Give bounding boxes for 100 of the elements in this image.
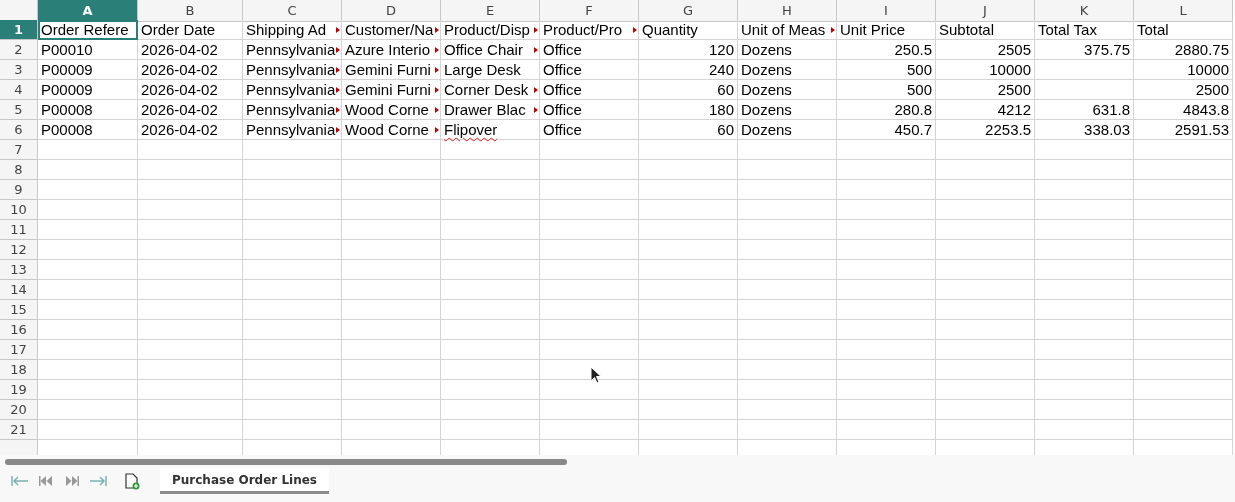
- empty-cell[interactable]: [342, 380, 441, 400]
- row-header[interactable]: 9: [0, 180, 38, 200]
- empty-cell[interactable]: [243, 220, 342, 240]
- table-cell[interactable]: Total: [1134, 20, 1233, 40]
- empty-cell[interactable]: [1134, 260, 1233, 280]
- empty-cell[interactable]: [441, 240, 540, 260]
- table-cell[interactable]: 500: [837, 60, 936, 80]
- empty-cell[interactable]: [138, 260, 243, 280]
- empty-cell[interactable]: [441, 380, 540, 400]
- table-cell[interactable]: 4843.8: [1134, 100, 1233, 120]
- row-header[interactable]: 14: [0, 280, 38, 300]
- row-header[interactable]: 2: [0, 40, 38, 60]
- empty-cell[interactable]: [138, 240, 243, 260]
- table-cell[interactable]: Pennsylvania: [243, 40, 342, 60]
- empty-cell[interactable]: [639, 380, 738, 400]
- empty-cell[interactable]: [738, 400, 837, 420]
- table-cell[interactable]: Corner Desk: [441, 80, 540, 100]
- table-cell[interactable]: 2026-04-02: [138, 100, 243, 120]
- table-cell[interactable]: 180: [639, 100, 738, 120]
- empty-cell[interactable]: [243, 400, 342, 420]
- empty-cell[interactable]: [639, 420, 738, 440]
- empty-cell[interactable]: [738, 320, 837, 340]
- empty-cell[interactable]: [243, 240, 342, 260]
- table-cell[interactable]: Customer/Na: [342, 20, 441, 40]
- empty-cell[interactable]: [837, 320, 936, 340]
- row-header[interactable]: [0, 440, 38, 455]
- table-cell[interactable]: Office: [540, 120, 639, 140]
- empty-cell[interactable]: [936, 380, 1035, 400]
- row-header[interactable]: 12: [0, 240, 38, 260]
- empty-cell[interactable]: [1035, 340, 1134, 360]
- empty-cell[interactable]: [1035, 360, 1134, 380]
- table-cell[interactable]: 2026-04-02: [138, 80, 243, 100]
- table-cell[interactable]: Gemini Furni: [342, 60, 441, 80]
- table-cell[interactable]: P00009: [38, 60, 138, 80]
- empty-cell[interactable]: [639, 320, 738, 340]
- empty-cell[interactable]: [738, 260, 837, 280]
- empty-cell[interactable]: [837, 420, 936, 440]
- empty-cell[interactable]: [441, 320, 540, 340]
- row-header[interactable]: 13: [0, 260, 38, 280]
- table-cell[interactable]: Dozens: [738, 60, 837, 80]
- row-header[interactable]: 6: [0, 120, 38, 140]
- empty-cell[interactable]: [540, 200, 639, 220]
- empty-cell[interactable]: [243, 380, 342, 400]
- empty-cell[interactable]: [639, 200, 738, 220]
- empty-cell[interactable]: [342, 260, 441, 280]
- table-cell[interactable]: Drawer Blac: [441, 100, 540, 120]
- table-cell[interactable]: 2253.5: [936, 120, 1035, 140]
- table-cell[interactable]: P00008: [38, 120, 138, 140]
- empty-cell[interactable]: [936, 340, 1035, 360]
- row-header[interactable]: 19: [0, 380, 38, 400]
- table-cell[interactable]: Office: [540, 100, 639, 120]
- table-cell[interactable]: Dozens: [738, 80, 837, 100]
- column-header[interactable]: H: [738, 0, 837, 22]
- empty-cell[interactable]: [243, 200, 342, 220]
- empty-cell[interactable]: [441, 300, 540, 320]
- empty-cell[interactable]: [441, 280, 540, 300]
- empty-cell[interactable]: [738, 160, 837, 180]
- empty-cell[interactable]: [342, 280, 441, 300]
- empty-cell[interactable]: [441, 340, 540, 360]
- empty-cell[interactable]: [837, 200, 936, 220]
- table-cell[interactable]: Total Tax: [1035, 20, 1134, 40]
- empty-cell[interactable]: [243, 420, 342, 440]
- empty-cell[interactable]: [1134, 220, 1233, 240]
- empty-cell[interactable]: [639, 300, 738, 320]
- empty-cell[interactable]: [936, 360, 1035, 380]
- row-header[interactable]: 15: [0, 300, 38, 320]
- empty-cell[interactable]: [1035, 180, 1134, 200]
- empty-cell[interactable]: [540, 400, 639, 420]
- table-cell[interactable]: 120: [639, 40, 738, 60]
- empty-cell[interactable]: [936, 420, 1035, 440]
- empty-cell[interactable]: [540, 180, 639, 200]
- empty-cell[interactable]: [837, 160, 936, 180]
- empty-cell[interactable]: [243, 160, 342, 180]
- empty-cell[interactable]: [936, 400, 1035, 420]
- empty-cell[interactable]: [639, 160, 738, 180]
- table-cell[interactable]: 240: [639, 60, 738, 80]
- table-cell[interactable]: Product/Pro: [540, 20, 639, 40]
- empty-cell[interactable]: [936, 260, 1035, 280]
- empty-cell[interactable]: [342, 360, 441, 380]
- table-cell[interactable]: 2026-04-02: [138, 40, 243, 60]
- empty-cell[interactable]: [738, 360, 837, 380]
- table-cell[interactable]: Wood Corne: [342, 100, 441, 120]
- empty-cell[interactable]: [441, 180, 540, 200]
- table-cell[interactable]: P00010: [38, 40, 138, 60]
- empty-cell[interactable]: [540, 300, 639, 320]
- empty-cell[interactable]: [936, 180, 1035, 200]
- table-cell[interactable]: 4212: [936, 100, 1035, 120]
- table-cell[interactable]: 338.03: [1035, 120, 1134, 140]
- empty-cell[interactable]: [639, 140, 738, 160]
- empty-cell[interactable]: [138, 400, 243, 420]
- empty-cell[interactable]: [138, 160, 243, 180]
- table-cell[interactable]: Order Date: [138, 20, 243, 40]
- empty-cell[interactable]: [138, 220, 243, 240]
- empty-cell[interactable]: [1134, 360, 1233, 380]
- row-header[interactable]: 8: [0, 160, 38, 180]
- column-header[interactable]: D: [342, 0, 441, 22]
- empty-cell[interactable]: [243, 280, 342, 300]
- empty-cell[interactable]: [639, 220, 738, 240]
- table-cell[interactable]: 250.5: [837, 40, 936, 60]
- empty-cell[interactable]: [1035, 300, 1134, 320]
